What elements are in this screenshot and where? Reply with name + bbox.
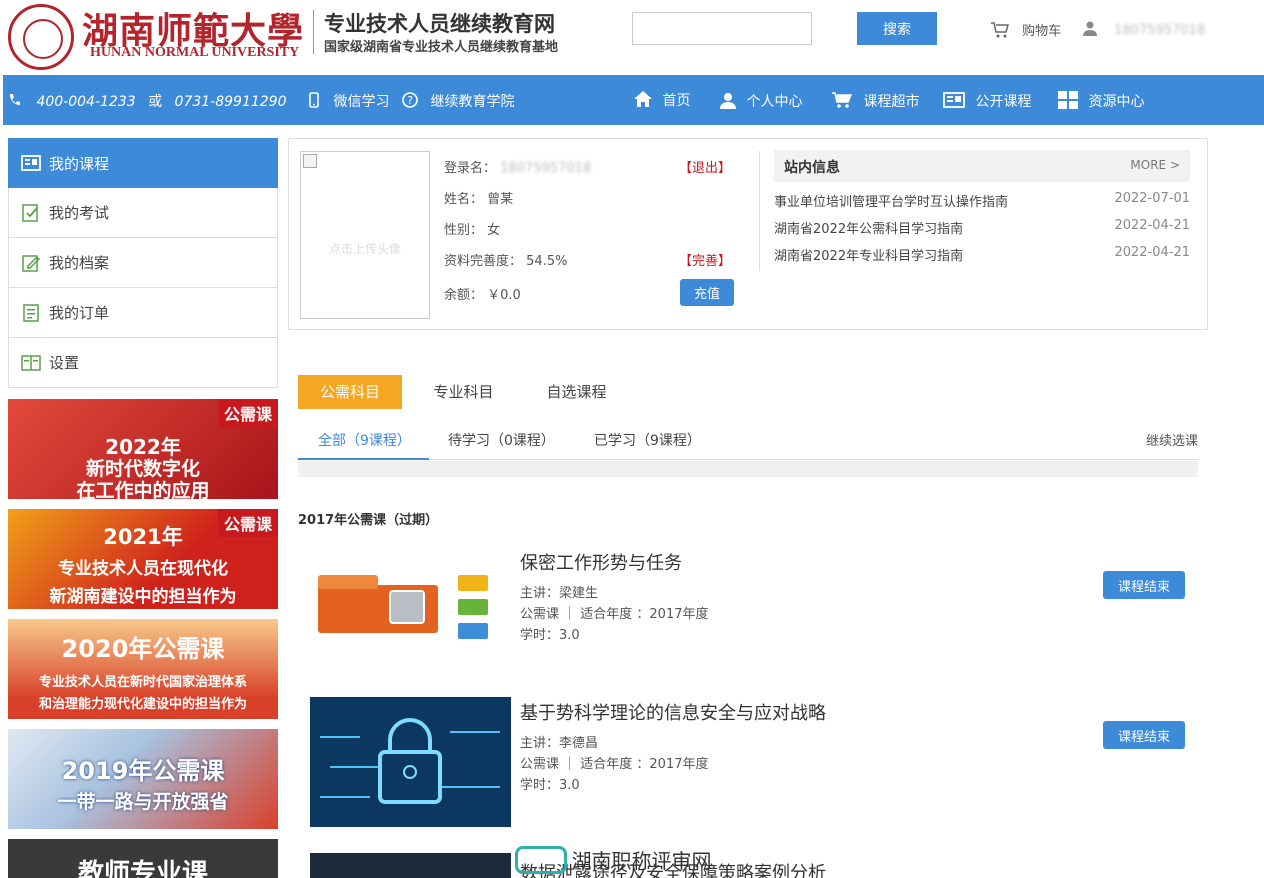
news-item[interactable]: 事业单位培训管理平台学时互认操作指南 2022-07-01 xyxy=(774,191,1190,210)
site-subtitle: 国家级湖南省专业技术人员继续教育基地 xyxy=(324,40,559,55)
nav-course-market[interactable]: 课程超市 xyxy=(831,91,919,113)
order-list-icon xyxy=(21,303,41,322)
cart-link[interactable]: 购物车 xyxy=(990,20,1061,43)
active-subtab-underline xyxy=(298,458,429,460)
banner-2022-public-course[interactable]: 公需课 2022年 新时代数字化 在工作中的应用 xyxy=(8,399,278,499)
tab-professional-subjects[interactable]: 专业科目 xyxy=(416,375,511,409)
section-title: 2017年公需课（过期） xyxy=(298,513,439,528)
phone-or: 或 xyxy=(148,94,163,110)
logo-divider xyxy=(313,10,314,54)
tab-elective-courses[interactable]: 自选课程 xyxy=(529,375,624,409)
name-row: 姓名： 曾某 xyxy=(444,192,514,207)
course-category: 公需课 ｜ 适合年度 ：2017年度 xyxy=(520,607,709,622)
course-thumbnail[interactable] xyxy=(310,853,511,878)
search-button[interactable]: 搜索 xyxy=(857,12,937,45)
course-thumbnail[interactable] xyxy=(310,547,511,677)
course-title[interactable]: 保密工作形势与任务 xyxy=(520,549,682,575)
sidebar-item-my-courses[interactable]: 我的课程 xyxy=(8,138,278,188)
avatar-upload[interactable]: 点击上传头像 xyxy=(300,151,430,319)
header: 湖南师範大學 HUNAN NORMAL UNIVERSITY 专业技术人员继续教… xyxy=(0,0,1264,75)
course-ended-button[interactable]: 课程结束 xyxy=(1103,571,1185,599)
cart-icon xyxy=(990,21,1010,43)
svg-text:?: ? xyxy=(407,94,413,107)
course-hours: 学时：3.0 xyxy=(520,628,580,643)
settings-book-icon xyxy=(21,354,41,372)
university-seal-logo[interactable] xyxy=(8,4,74,70)
course-ended-button[interactable]: 课程结束 xyxy=(1103,721,1185,749)
search-input[interactable] xyxy=(632,12,812,45)
user-icon xyxy=(1082,20,1098,40)
course-teacher: 主讲：梁建生 xyxy=(520,586,599,601)
recharge-button[interactable]: 充值 xyxy=(680,279,734,306)
banner-2020-public-course[interactable]: 2020年公需课 专业技术人员在新时代国家治理体系 和治理能力现代化建设中的担当… xyxy=(8,619,278,719)
sidebar-item-settings[interactable]: 设置 xyxy=(8,338,278,388)
balance-row: 余额： ￥0.0 xyxy=(444,288,521,303)
university-name-en: HUNAN NORMAL UNIVERSITY xyxy=(90,45,300,60)
subject-tabs: 公需科目 专业科目 自选课程 xyxy=(298,375,1198,409)
logout-link[interactable]: 【退出】 xyxy=(679,157,731,176)
complete-profile-link[interactable]: 【完善】 xyxy=(679,250,731,269)
gender-row: 性别： 女 xyxy=(444,223,501,238)
phone-icon xyxy=(8,93,20,111)
site-title: 专业技术人员继续教育网 xyxy=(324,11,555,36)
news-item[interactable]: 湖南省2022年专业科目学习指南 2022-04-21 xyxy=(774,245,1190,264)
course-item: 基于势科学理论的信息安全与应对战略 主讲：李德昌 公需课 ｜ 适合年度 ：201… xyxy=(310,697,1190,827)
user-account[interactable]: 18075957018 xyxy=(1082,20,1205,40)
person-icon xyxy=(720,92,736,113)
nav-continuing-college[interactable]: ? 继续教育学院 xyxy=(402,91,514,112)
nav-wechat-learning[interactable]: 微信学习 xyxy=(309,91,389,112)
book-icon xyxy=(943,91,965,113)
subtab-all[interactable]: 全部（9课程） xyxy=(318,430,411,450)
news-header: 站内信息 MORE > xyxy=(774,150,1190,182)
profile-divider xyxy=(759,151,760,271)
help-icon: ? xyxy=(402,92,418,112)
course-teacher: 主讲：李德昌 xyxy=(520,736,599,751)
phone-contact: 400-004-1233 或 0731-89911290 xyxy=(8,91,287,111)
watermark-logo-icon xyxy=(515,845,567,874)
grid-icon xyxy=(1058,91,1078,113)
tab-public-subjects[interactable]: 公需科目 xyxy=(298,375,402,409)
course-title[interactable]: 基于势科学理论的信息安全与应对战略 xyxy=(520,699,826,725)
banner-2021-public-course[interactable]: 公需课 2021年 专业技术人员在现代化 新湖南建设中的担当作为 xyxy=(8,509,278,609)
filter-subtabs: 全部（9课程） 待学习（0课程） 已学习（9课程） 继续选课 xyxy=(298,420,1198,460)
exam-icon xyxy=(21,203,41,222)
news-more-link[interactable]: MORE > xyxy=(1130,158,1180,172)
home-icon xyxy=(633,89,653,113)
course-book-icon xyxy=(21,154,41,172)
sidebar-item-my-archive[interactable]: 我的档案 xyxy=(8,238,278,288)
top-navbar: 400-004-1233 或 0731-89911290 微信学习 ? 继续教育… xyxy=(3,75,1264,125)
watermark: 湖南职称评审网 xyxy=(515,845,711,874)
phone-number-1: 400-004-1233 xyxy=(36,94,136,110)
news-item[interactable]: 湖南省2022年公需科目学习指南 2022-04-21 xyxy=(774,218,1190,237)
user-phone: 18075957018 xyxy=(1114,22,1206,38)
completion-row: 资料完善度： 54.5% xyxy=(444,254,568,269)
mobile-icon xyxy=(309,92,319,112)
broken-image-icon xyxy=(303,154,317,168)
nav-resource-center[interactable]: 资源中心 xyxy=(1058,91,1144,113)
cart-label: 购物车 xyxy=(1022,24,1062,39)
sidebar-item-my-exams[interactable]: 我的考试 xyxy=(8,188,278,238)
course-item: 数据泄露途径及安全保障策略案例分析 xyxy=(310,853,1190,878)
filter-bar xyxy=(298,461,1198,477)
continue-select-link[interactable]: 继续选课 xyxy=(1146,430,1198,449)
course-hours: 学时：3.0 xyxy=(520,778,580,793)
banner-2019-public-course[interactable]: 2019年公需课 一带一路与开放强省 xyxy=(8,729,278,829)
course-thumbnail[interactable] xyxy=(310,697,511,827)
cart-nav-icon xyxy=(831,91,853,113)
nav-public-courses[interactable]: 公开课程 xyxy=(943,91,1031,113)
profile-panel: 点击上传头像 登录名： 18075957018 【退出】 姓名： 曾某 性别： … xyxy=(288,138,1208,330)
nav-personal-center[interactable]: 个人中心 xyxy=(720,91,802,113)
banner-teacher-professional-course[interactable]: 教师专业课 xyxy=(8,839,278,878)
course-category: 公需课 ｜ 适合年度 ：2017年度 xyxy=(520,757,709,772)
subtab-completed[interactable]: 已学习（9课程） xyxy=(594,430,701,450)
sidebar-item-my-orders[interactable]: 我的订单 xyxy=(8,288,278,338)
left-sidebar: 我的课程 我的考试 我的档案 我的订单 设置 xyxy=(8,138,278,388)
subtab-pending[interactable]: 待学习（0课程） xyxy=(448,430,555,450)
login-name-row: 登录名： 18075957018 xyxy=(444,161,592,176)
phone-number-2: 0731-89911290 xyxy=(174,94,287,110)
nav-home[interactable]: 首页 xyxy=(633,89,690,113)
course-item: 保密工作形势与任务 主讲：梁建生 公需课 ｜ 适合年度 ：2017年度 学时：3… xyxy=(310,547,1190,677)
edit-icon xyxy=(21,254,41,272)
